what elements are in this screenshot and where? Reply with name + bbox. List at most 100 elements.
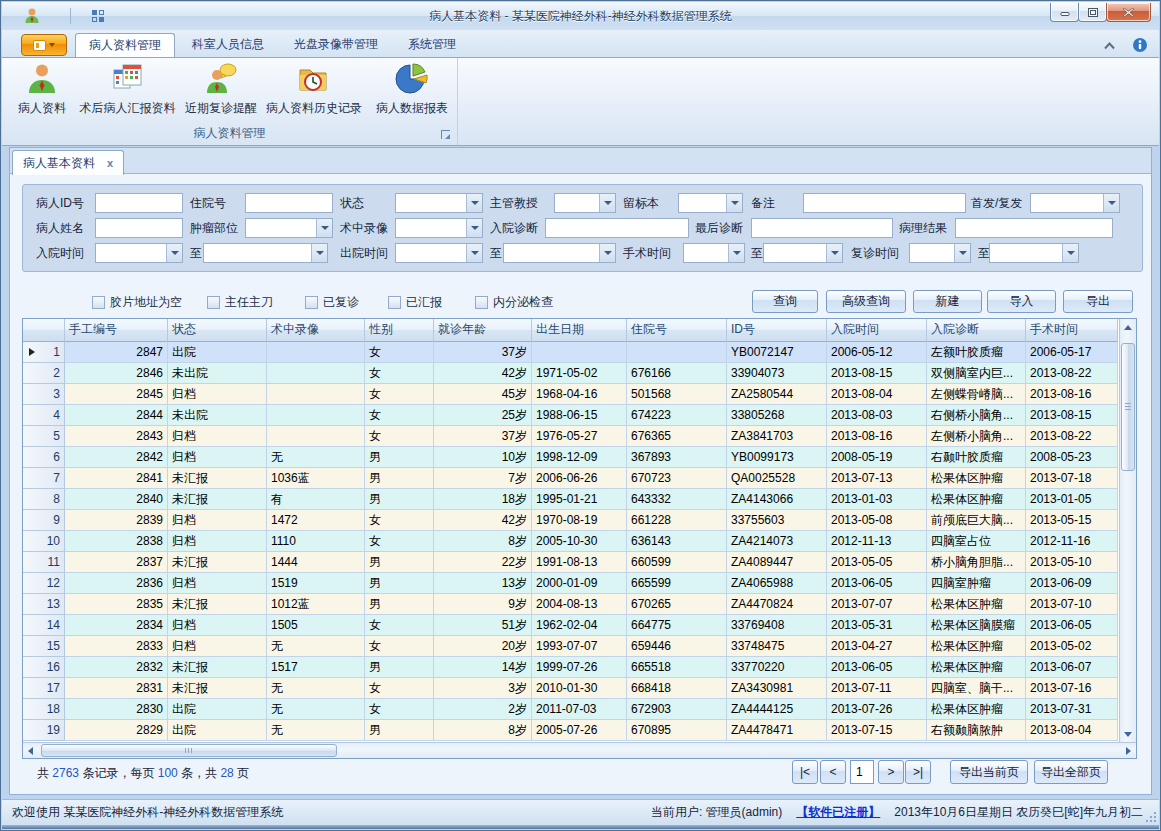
cell-status[interactable]: 未出院 [168, 363, 267, 384]
cell-status[interactable]: 未出院 [168, 405, 267, 426]
first-recur-combo[interactable] [1030, 193, 1120, 213]
cell-birth-date[interactable]: 1999-07-26 [532, 657, 627, 678]
cell-status[interactable]: 归档 [168, 636, 267, 657]
cell-id-no[interactable]: 33748475 [727, 636, 827, 657]
cell-birth-date[interactable] [532, 342, 627, 363]
cell-birth-date[interactable]: 1970-08-19 [532, 510, 627, 531]
cell-gender[interactable]: 男 [365, 657, 434, 678]
ribbon-button-history-records[interactable]: 病人资料历史记录 [265, 62, 363, 126]
tumor-site-combo[interactable] [245, 218, 333, 238]
column-header-birth-date[interactable]: 出生日期 [532, 319, 627, 342]
cell-rownum[interactable]: 8 [23, 489, 65, 510]
cell-age[interactable]: 42岁 [434, 363, 532, 384]
table-row[interactable]: 42844未出院女25岁1988-06-15674223338052682013… [23, 405, 1136, 426]
cell-gender[interactable]: 女 [365, 636, 434, 657]
table-row[interactable]: 102838归档1110女8岁2005-10-30636143ZA4214073… [23, 531, 1136, 552]
cell-birth-date[interactable]: 1976-05-27 [532, 426, 627, 447]
cell-status[interactable]: 未汇报 [168, 468, 267, 489]
cell-rownum[interactable]: 17 [23, 678, 65, 699]
cell-diagnosis[interactable]: 双侧脑室内巨... [927, 363, 1026, 384]
cell-status[interactable]: 出院 [168, 699, 267, 720]
cell-age[interactable]: 37岁 [434, 426, 532, 447]
horizontal-scrollbar[interactable] [23, 742, 1136, 758]
table-row[interactable]: 82840未汇报有男18岁1995-01-21643332ZA414306620… [23, 489, 1136, 510]
column-header-surgery-date[interactable]: 手术时间 [1026, 319, 1118, 342]
first-page-button[interactable]: |< [792, 760, 818, 784]
cell-birth-date[interactable]: 1962-02-04 [532, 615, 627, 636]
new-button[interactable]: 新建 [913, 290, 982, 313]
discharge-time-from-combo[interactable] [395, 243, 483, 263]
cell-rownum[interactable]: 6 [23, 447, 65, 468]
column-header-admission-no[interactable]: 住院号 [627, 319, 727, 342]
specimen-combo[interactable] [678, 193, 743, 213]
cell-age[interactable]: 13岁 [434, 573, 532, 594]
cell-admission-no[interactable]: 670265 [627, 594, 727, 615]
cell-manual-no[interactable]: 2840 [65, 489, 168, 510]
export-current-page-button[interactable]: 导出当前页 [950, 760, 1028, 784]
cell-admission-no[interactable]: 659446 [627, 636, 727, 657]
cell-video[interactable]: 无 [267, 636, 365, 657]
checkbox-icon[interactable] [388, 296, 401, 309]
cell-surgery-date[interactable]: 2013-06-09 [1026, 573, 1118, 594]
cell-gender[interactable]: 女 [365, 405, 434, 426]
cell-admission-no[interactable] [627, 342, 727, 363]
cell-admit-date[interactable]: 2013-07-11 [827, 678, 927, 699]
cell-id-no[interactable]: 33805268 [727, 405, 827, 426]
cell-diagnosis[interactable]: 桥小脑角胆脂... [927, 552, 1026, 573]
export-all-pages-button[interactable]: 导出全部页 [1034, 760, 1108, 784]
import-button[interactable]: 导入 [987, 290, 1056, 313]
cell-id-no[interactable]: ZA2580544 [727, 384, 827, 405]
tab-patient-basic-info[interactable]: 病人基本资料 x [12, 150, 124, 175]
cell-admit-date[interactable]: 2006-05-12 [827, 342, 927, 363]
cell-diagnosis[interactable]: 松果体区肿瘤 [927, 594, 1026, 615]
dialog-launcher-icon[interactable] [441, 130, 450, 139]
cell-manual-no[interactable]: 2839 [65, 510, 168, 531]
cell-rownum[interactable]: 3 [23, 384, 65, 405]
cell-diagnosis[interactable]: 四脑室、脑干... [927, 678, 1026, 699]
cell-manual-no[interactable]: 2834 [65, 615, 168, 636]
cell-video[interactable]: 1517 [267, 657, 365, 678]
cell-video[interactable]: 无 [267, 447, 365, 468]
cell-rownum[interactable]: 12 [23, 573, 65, 594]
cell-admit-date[interactable]: 2013-07-26 [827, 699, 927, 720]
ribbon-button-revisit-reminder[interactable]: 近期复诊提醒 [184, 62, 258, 126]
cell-admit-date[interactable]: 2012-11-13 [827, 531, 927, 552]
table-row[interactable]: 172831未汇报无女3岁2010-01-30668418ZA343098120… [23, 678, 1136, 699]
table-row[interactable]: 182830出院无女2岁2011-07-03672903ZA4444125201… [23, 699, 1136, 720]
cell-rownum[interactable]: 4 [23, 405, 65, 426]
chevron-down-icon[interactable] [728, 244, 744, 262]
cell-birth-date[interactable]: 1988-06-15 [532, 405, 627, 426]
cell-age[interactable]: 37岁 [434, 342, 532, 363]
cell-status[interactable]: 归档 [168, 573, 267, 594]
chevron-down-icon[interactable] [826, 244, 842, 262]
advanced-query-button[interactable]: 高级查询 [826, 290, 906, 313]
cell-gender[interactable]: 女 [365, 615, 434, 636]
query-button[interactable]: 查询 [752, 290, 818, 313]
cell-surgery-date[interactable]: 2013-08-16 [1026, 384, 1118, 405]
cell-manual-no[interactable]: 2833 [65, 636, 168, 657]
cell-id-no[interactable]: ZA4065988 [727, 573, 827, 594]
column-header-manual-no[interactable]: 手工编号 [65, 319, 168, 342]
chevron-down-icon[interactable] [726, 194, 742, 212]
cell-admission-no[interactable]: 665599 [627, 573, 727, 594]
cell-id-no[interactable]: 33755603 [727, 510, 827, 531]
table-row[interactable]: 112837未汇报1444男22岁1991-08-13660599ZA40894… [23, 552, 1136, 573]
cell-diagnosis[interactable]: 松果体区肿瘤 [927, 468, 1026, 489]
cell-diagnosis[interactable]: 松果体区脑膜瘤 [927, 615, 1026, 636]
cell-video[interactable]: 1472 [267, 510, 365, 531]
cell-gender[interactable]: 男 [365, 573, 434, 594]
checkbox-icon[interactable] [475, 296, 488, 309]
cell-id-no[interactable]: ZA4470824 [727, 594, 827, 615]
final-diag-input[interactable] [751, 218, 893, 238]
table-row[interactable]: 12847出院女37岁YB00721472006-05-12左额叶胶质瘤2006… [23, 342, 1136, 363]
cell-gender[interactable]: 男 [365, 594, 434, 615]
cell-admit-date[interactable]: 2008-05-19 [827, 447, 927, 468]
checkbox-film-address-empty[interactable]: 胶片地址为空 [92, 292, 182, 312]
cell-surgery-date[interactable]: 2013-08-22 [1026, 426, 1118, 447]
patient-id-input[interactable] [95, 193, 183, 213]
ribbon-button-patient-data[interactable]: 病人资料 [10, 62, 74, 126]
cell-surgery-date[interactable]: 2013-05-02 [1026, 636, 1118, 657]
cell-rownum[interactable]: 5 [23, 426, 65, 447]
close-tab-icon[interactable]: x [107, 157, 113, 169]
cell-video[interactable]: 1110 [267, 531, 365, 552]
